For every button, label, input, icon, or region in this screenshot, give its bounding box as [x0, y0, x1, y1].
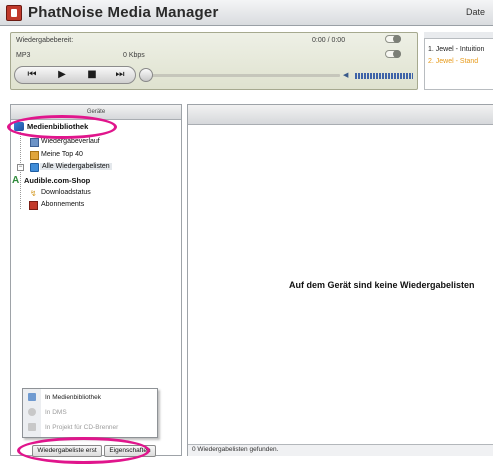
playlist-pane-header	[188, 105, 493, 125]
status-text: 0 Wiedergabelisten gefunden.	[192, 446, 279, 453]
highlight-ring-playlist-button	[17, 437, 150, 464]
play-icon: ▶	[58, 69, 66, 80]
repeat-toggle[interactable]	[385, 50, 401, 58]
now-playing-item-current[interactable]: 2. Jewel - Stand	[428, 58, 478, 65]
tree-item-audible-shop[interactable]: Audible.com-Shop	[24, 176, 90, 185]
cd-burner-icon	[28, 423, 36, 431]
time-display: 0:00 / 0:00	[312, 37, 346, 44]
menu-item-to-library[interactable]: In Medienbibliothek	[45, 394, 101, 401]
menu-item-to-dms[interactable]: In DMS	[45, 409, 67, 416]
shuffle-toggle[interactable]	[385, 35, 401, 43]
stop-icon: ■	[87, 69, 97, 80]
library-icon	[28, 393, 36, 401]
menu-file[interactable]: Date	[466, 7, 485, 17]
format-label: MP3	[16, 52, 31, 59]
previous-icon: ⏮	[27, 69, 37, 80]
volume-slider[interactable]	[355, 73, 413, 79]
play-button[interactable]: ▶	[48, 68, 76, 82]
stop-button[interactable]: ■	[78, 68, 106, 82]
now-playing-item[interactable]: 1. Jewel - Intuition	[428, 46, 484, 53]
playlists-icon	[30, 163, 39, 172]
volume-icon: ◀	[343, 72, 349, 79]
next-track-button[interactable]: ⏭	[106, 68, 134, 82]
bitrate-label: 0 Kbps	[123, 52, 145, 59]
dms-icon	[28, 408, 36, 416]
previous-track-button[interactable]: ⏮	[18, 68, 46, 82]
history-icon	[30, 138, 39, 147]
player-status: Wiedergabebereit:	[16, 37, 74, 44]
next-icon: ⏭	[115, 69, 125, 80]
empty-playlist-message: Auf dem Gerät sind keine Wiedergabeliste…	[289, 280, 475, 290]
app-logo-icon	[6, 5, 22, 21]
seek-slider[interactable]	[142, 74, 340, 77]
tree-item-top40[interactable]: Meine Top 40	[41, 151, 83, 158]
seek-handle[interactable]	[139, 68, 153, 82]
download-icon: ↯	[30, 189, 37, 198]
tree-item-subscriptions[interactable]: Abonnements	[41, 201, 84, 208]
collapse-toggle-icon[interactable]: −	[17, 164, 24, 171]
tree-item-download-status[interactable]: Downloadstatus	[41, 189, 91, 196]
menu-item-to-cd-burner[interactable]: In Projekt für CD-Brenner	[45, 424, 118, 431]
highlight-ring-media-library	[7, 115, 117, 139]
app-title: PhatNoise Media Manager	[28, 4, 219, 21]
tree-item-all-playlists[interactable]: Alle Wiedergabelisten	[40, 163, 112, 170]
subscriptions-icon	[29, 201, 38, 210]
audible-icon: A	[12, 175, 20, 186]
tree-item-history[interactable]: Wiedergabeverlauf	[41, 138, 100, 145]
top40-icon	[30, 151, 39, 160]
